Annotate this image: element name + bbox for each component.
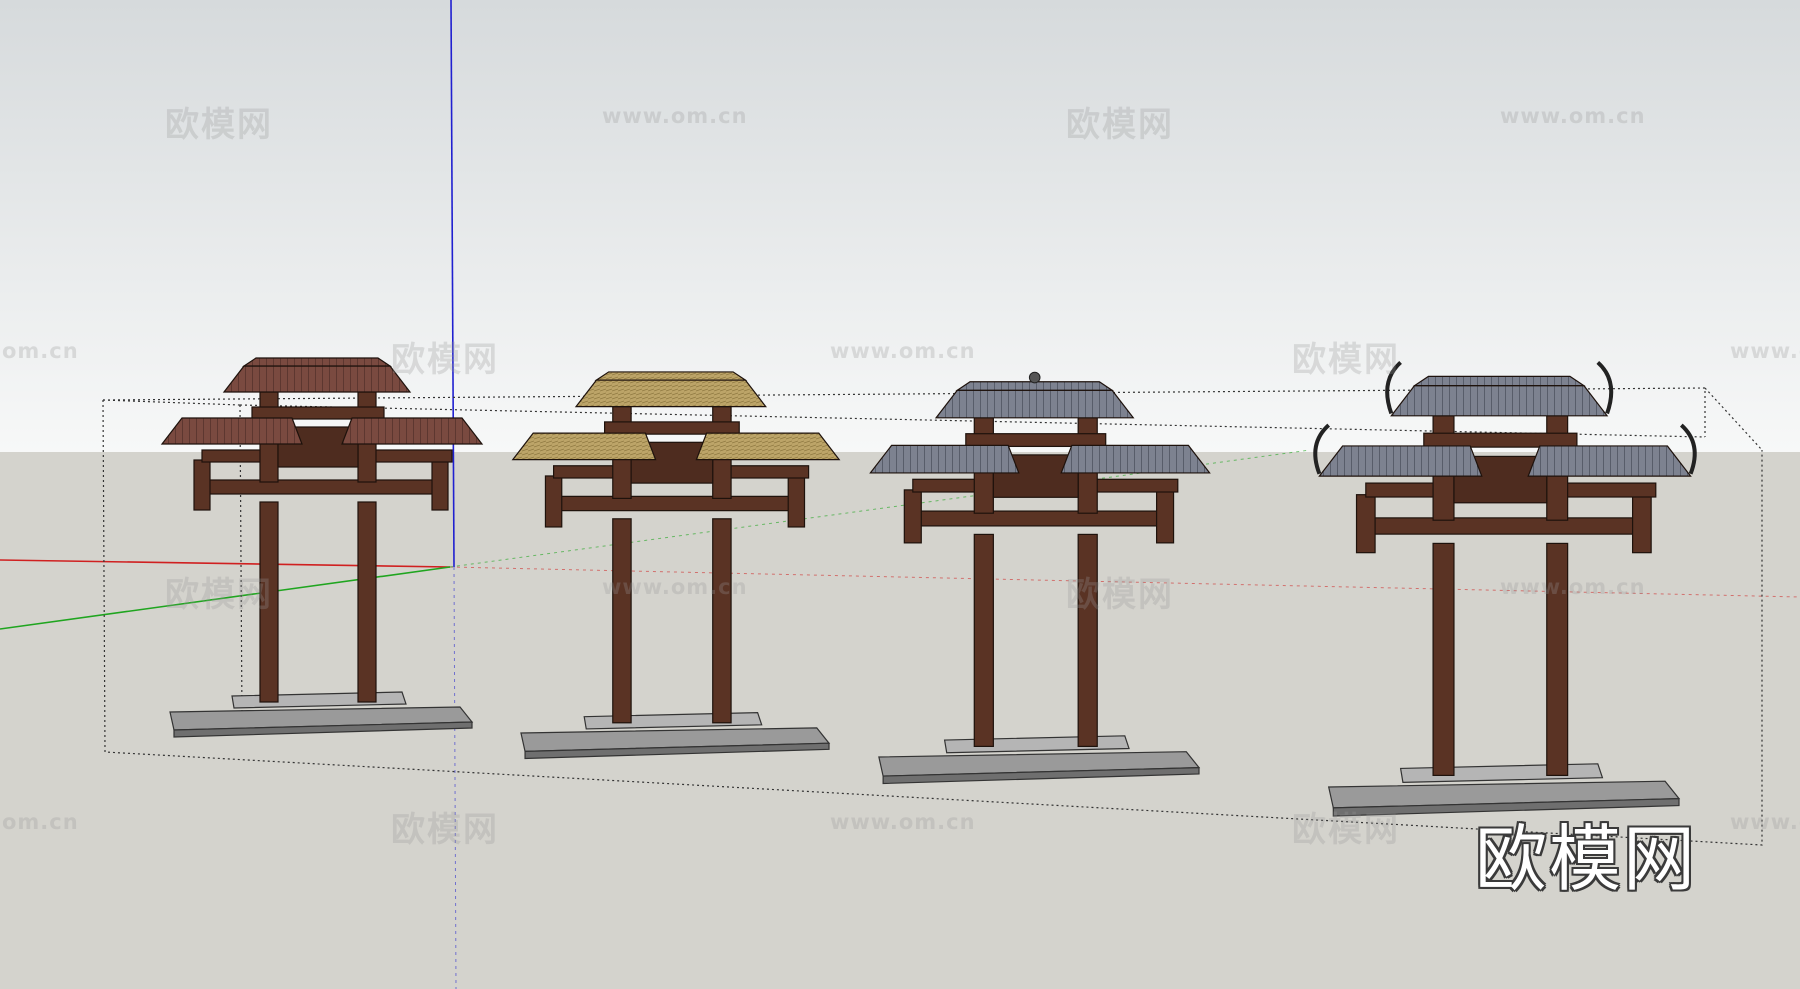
post: [1546, 542, 1569, 777]
side-roof-left: [1318, 445, 1483, 477]
brand-logo: 欧模网: [1475, 817, 1698, 901]
side-hanger: [1155, 489, 1175, 544]
side-roof-right: [695, 432, 841, 461]
post: [1077, 533, 1098, 748]
side-hanger: [193, 459, 211, 511]
side-roof-right: [1527, 445, 1692, 477]
top-roof: [934, 389, 1135, 419]
sketchup-viewport[interactable]: 欧模网 www.om.cn 欧模网 www.om.cn om.cn 欧模网 ww…: [0, 0, 1800, 989]
top-roof: [222, 365, 412, 393]
side-roof-right: [341, 417, 484, 445]
top-beam: [1423, 432, 1578, 448]
side-hanger: [1355, 494, 1376, 554]
top-beam: [603, 421, 740, 435]
post: [1432, 542, 1455, 777]
post: [259, 501, 279, 703]
post: [612, 518, 632, 724]
side-roof-right: [1060, 444, 1211, 474]
post: [973, 533, 994, 748]
lower-beam: [547, 495, 803, 512]
top-beam: [965, 433, 1107, 448]
post: [712, 518, 732, 724]
top-roof: [1390, 385, 1609, 417]
lower-beam: [196, 479, 446, 495]
lower-beam: [1359, 517, 1649, 535]
side-roof-left: [160, 417, 303, 445]
post: [357, 501, 377, 703]
lower-beam: [906, 510, 1171, 527]
roof-ridge: [242, 357, 392, 367]
roof-ridge: [1412, 375, 1586, 387]
side-hanger: [787, 475, 806, 528]
side-roof-left: [511, 432, 657, 461]
side-hanger: [1631, 494, 1652, 554]
side-hanger: [544, 475, 563, 528]
side-roof-left: [869, 444, 1020, 474]
ridge-ornament: [1028, 371, 1041, 384]
top-roof: [574, 379, 767, 408]
side-hanger: [903, 489, 922, 544]
side-hanger: [431, 459, 449, 511]
roof-ridge: [594, 371, 748, 381]
top-beam: [251, 406, 385, 420]
